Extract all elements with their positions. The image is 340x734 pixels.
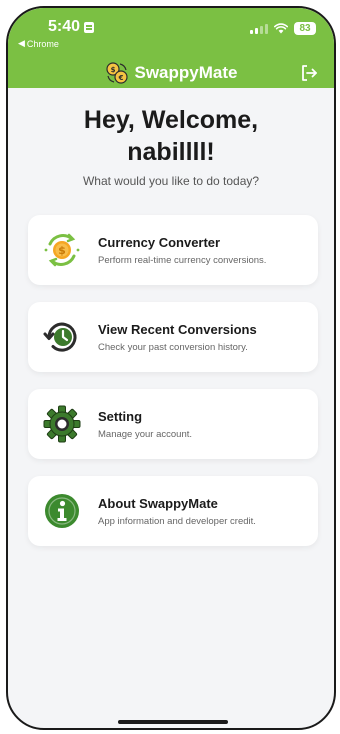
menu-card-title: Currency Converter <box>98 234 221 250</box>
welcome-line: Hey, Welcome, <box>83 106 259 134</box>
logout-icon <box>302 65 317 81</box>
app-title: SwappyMate <box>134 63 238 82</box>
home-indicator[interactable] <box>118 720 228 724</box>
back-to-app-link[interactable]: ◀ Chrome <box>18 38 59 49</box>
menu-card-currency-converter[interactable]: $ Currency Converter Perform real-time c… <box>28 215 318 285</box>
menu-card-setting[interactable]: Setting Manage your account. <box>28 389 318 459</box>
back-app-label: Chrome <box>26 38 59 49</box>
menu-card-title: View Recent Conversions <box>98 321 257 337</box>
swap-coins-icon: $ € <box>105 62 128 84</box>
gear-icon <box>42 404 82 444</box>
menu-card-recent-conversions[interactable]: View Recent Conversions Check your past … <box>28 302 318 372</box>
brand: $ € SwappyMate <box>105 61 238 85</box>
menu-card-title: About SwappyMate <box>98 495 218 511</box>
wifi-icon <box>274 23 288 34</box>
focus-badge-icon <box>84 21 95 33</box>
phone-frame: 5:40 ◀ Chrome 83 $ € SwappyMate Hey, Wel… <box>6 6 336 730</box>
app-bar: $ € SwappyMate <box>8 58 334 88</box>
welcome-heading: Hey, Welcome, nabillll! <box>8 104 334 168</box>
menu-card-desc: Check your past conversion history. <box>98 341 248 353</box>
status-time-text: 5:40 <box>48 18 81 35</box>
logout-button[interactable] <box>298 62 320 84</box>
svg-text:€: € <box>117 74 123 82</box>
battery-indicator: 83 <box>294 22 316 35</box>
app-header: 5:40 ◀ Chrome 83 $ € SwappyMate <box>8 8 334 88</box>
menu-card-desc: Manage your account. <box>98 428 193 440</box>
svg-text:$: $ <box>58 244 66 257</box>
menu-card-title: Setting <box>98 408 143 424</box>
info-icon <box>42 491 82 531</box>
history-clock-icon <box>42 317 82 357</box>
menu-card-desc: App information and developer credit. <box>98 515 256 527</box>
menu-card-desc: Perform real-time currency conversions. <box>98 254 267 266</box>
status-indicators: 83 <box>250 22 316 35</box>
username-line: nabillll! <box>127 138 215 166</box>
menu-card-about[interactable]: About SwappyMate App information and dev… <box>28 476 318 546</box>
back-triangle-icon: ◀ <box>18 38 25 48</box>
svg-text:$: $ <box>110 66 115 74</box>
currency-exchange-icon: $ <box>42 230 82 270</box>
signal-icon <box>250 23 268 34</box>
welcome-subtitle: What would you like to do today? <box>82 174 260 188</box>
status-time: 5:40 <box>48 18 95 36</box>
